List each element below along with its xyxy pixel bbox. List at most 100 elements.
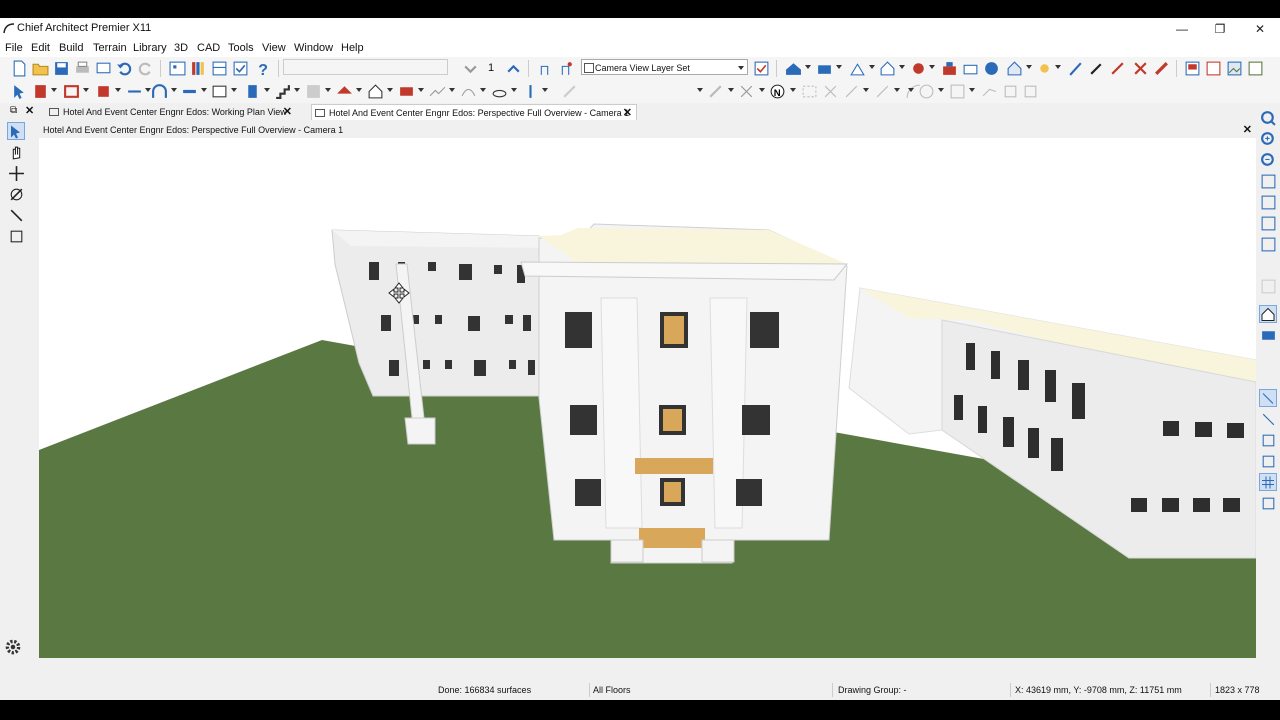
menu-window[interactable]: Window [294, 42, 333, 54]
tilt-icon[interactable] [7, 206, 25, 224]
paint-brush-icon[interactable] [1152, 59, 1170, 77]
angle-snap-icon[interactable] [1259, 410, 1277, 428]
fit-floors-icon[interactable] [1259, 214, 1277, 232]
cabinet-icon[interactable] [210, 82, 228, 100]
material-icon[interactable] [940, 59, 958, 77]
rotate-camera-icon[interactable] [7, 227, 25, 245]
snap-grid-icon[interactable] [1259, 389, 1277, 407]
orbit-icon[interactable] [7, 185, 25, 203]
menu-tools[interactable]: Tools [228, 42, 254, 54]
close-window-button[interactable]: ✕ [1240, 18, 1280, 40]
wall-tool-icon[interactable] [31, 82, 49, 100]
text-icon[interactable] [1001, 82, 1019, 100]
menu-help[interactable]: Help [341, 42, 364, 54]
grid-snap-icon[interactable] [1259, 452, 1277, 470]
tab-perspective-camera[interactable]: Hotel And Event Center Engnr Edos: Persp… [311, 104, 637, 120]
house-outline-icon[interactable] [366, 82, 384, 100]
menu-file[interactable]: File [5, 42, 23, 54]
3d-viewport[interactable] [39, 138, 1256, 658]
fill-window-icon[interactable] [1259, 172, 1277, 190]
step-up-icon[interactable] [504, 59, 522, 77]
minimize-button[interactable]: — [1162, 18, 1202, 40]
box-icon[interactable] [948, 82, 966, 100]
close-view-icon[interactable]: ✕ [1243, 122, 1252, 138]
roof-icon[interactable] [335, 82, 353, 100]
record-icon[interactable] [909, 59, 927, 77]
sun-icon[interactable] [1035, 59, 1053, 77]
eyedropper-icon[interactable] [1087, 59, 1105, 77]
checklist-icon[interactable] [231, 59, 249, 77]
material-painter-icon[interactable] [1108, 59, 1126, 77]
elevation-icon[interactable] [848, 59, 866, 77]
menu-build[interactable]: Build [59, 42, 83, 54]
export-icon[interactable] [1246, 59, 1264, 77]
house-view-icon[interactable] [878, 59, 896, 77]
delete-cross-icon[interactable] [821, 82, 839, 100]
mound-icon[interactable] [490, 82, 508, 100]
print-3d-icon[interactable] [961, 59, 979, 77]
step-down-icon[interactable] [461, 59, 479, 77]
save-icon[interactable] [52, 59, 70, 77]
plan-view-icon[interactable] [168, 59, 186, 77]
select-camera-icon[interactable] [7, 122, 25, 140]
circle-icon[interactable] [917, 82, 935, 100]
menu-cad[interactable]: CAD [197, 42, 220, 54]
zoom-out-icon[interactable] [1259, 151, 1277, 169]
image-icon[interactable] [1225, 59, 1243, 77]
terrain-icon[interactable] [428, 82, 446, 100]
zoom-icon[interactable] [1259, 109, 1277, 127]
walkthrough-icon[interactable] [1066, 59, 1084, 77]
close-panel-icon[interactable]: ✕ [25, 104, 34, 117]
help-icon[interactable]: ? [254, 59, 272, 77]
menu-view[interactable]: View [262, 42, 286, 54]
overview-icon[interactable] [815, 59, 833, 77]
reference-icon[interactable] [1259, 494, 1277, 512]
redo-icon[interactable] [136, 59, 154, 77]
layout-icon[interactable] [210, 59, 228, 77]
stairs-icon[interactable] [273, 82, 291, 100]
tab-working-plan-view[interactable]: Hotel And Event Center Engnr Edos: Worki… [46, 104, 296, 120]
select-arrow-icon[interactable] [10, 82, 28, 100]
hand-select-icon[interactable] [535, 59, 553, 77]
cross-section-icon[interactable] [1131, 59, 1149, 77]
layer-display-icon[interactable] [752, 59, 770, 77]
object-snap-icon[interactable] [1259, 431, 1277, 449]
fit-all-icon[interactable] [1259, 193, 1277, 211]
window-tile-icon[interactable] [1183, 59, 1201, 77]
layer-icon[interactable] [1259, 326, 1277, 344]
window-cascade-icon[interactable] [1204, 59, 1222, 77]
settings-gear-icon[interactable] [4, 638, 22, 656]
close-tab-icon[interactable]: ✕ [283, 104, 292, 120]
restore-button[interactable]: ❐ [1200, 18, 1240, 40]
menu-edit[interactable]: Edit [31, 42, 50, 54]
line-icon[interactable] [180, 82, 198, 100]
new-file-icon[interactable] [10, 59, 28, 77]
render-house-icon[interactable] [1005, 59, 1023, 77]
floor-house-icon[interactable] [1259, 305, 1277, 323]
align-icon[interactable] [873, 82, 891, 100]
dimension-icon[interactable] [125, 82, 143, 100]
path-icon[interactable] [459, 82, 477, 100]
move-camera-icon[interactable] [7, 164, 25, 182]
menu-terrain[interactable]: Terrain [93, 42, 127, 54]
resize-icon[interactable] [842, 82, 860, 100]
arc-icon[interactable] [150, 82, 168, 100]
print-preview-icon[interactable] [94, 59, 112, 77]
room-icon[interactable] [94, 82, 112, 100]
note-icon[interactable] [1021, 82, 1039, 100]
float-panel-icon[interactable]: ⧉ [10, 105, 17, 116]
marquee-icon[interactable] [800, 82, 818, 100]
undo-icon[interactable] [115, 59, 133, 77]
layer-set-select[interactable]: Camera View Layer Set [581, 59, 748, 75]
brick-icon[interactable] [397, 82, 415, 100]
railing-icon[interactable] [62, 82, 80, 100]
grid-display-icon[interactable] [1259, 473, 1277, 491]
print-icon[interactable] [73, 59, 91, 77]
hand-layer-icon[interactable] [556, 59, 574, 77]
pan-hand-icon[interactable] [7, 143, 25, 161]
close-tab-icon[interactable]: ✕ [623, 105, 632, 121]
library-icon[interactable] [189, 59, 207, 77]
camera-view-icon[interactable] [784, 59, 802, 77]
grid-icon[interactable] [304, 82, 322, 100]
pan-view-icon[interactable] [1259, 235, 1277, 253]
